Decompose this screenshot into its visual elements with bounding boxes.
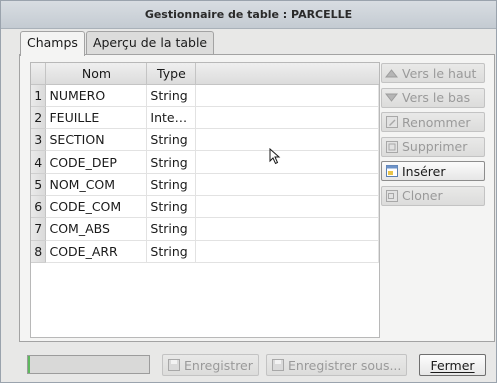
- save-as-label: Enregistrer sous...: [288, 357, 402, 373]
- row-number[interactable]: 7: [31, 217, 47, 241]
- move-down-label: Vers le bas: [402, 90, 471, 106]
- delete-icon: [385, 140, 398, 153]
- field-type-cell[interactable]: Inte…: [146, 106, 197, 130]
- save-button[interactable]: Enregistrer: [162, 354, 259, 376]
- mouse-pointer-icon: [269, 148, 281, 165]
- delete-label: Supprimer: [402, 139, 468, 155]
- save-as-icon: [272, 358, 285, 372]
- table-row[interactable]: 4 CODE_DEP String: [31, 150, 379, 174]
- arrow-down-icon: [385, 91, 398, 104]
- field-name-cell[interactable]: CODE_COM: [45, 195, 148, 219]
- insert-button[interactable]: Insérer: [381, 161, 485, 182]
- close-label: Fermer: [430, 357, 475, 373]
- move-up-button[interactable]: Vers le haut: [381, 63, 485, 83]
- empty-cell[interactable]: [195, 128, 379, 152]
- dialog-footer: Enregistrer Enregistrer sous... Fermer: [1, 349, 496, 381]
- close-button[interactable]: Fermer: [419, 354, 486, 376]
- empty-cell[interactable]: [195, 240, 379, 263]
- table-row[interactable]: 7 COM_ABS String: [31, 217, 379, 241]
- row-number[interactable]: 1: [31, 84, 47, 107]
- corner-header[interactable]: [31, 63, 47, 85]
- empty-cell[interactable]: [195, 195, 379, 219]
- row-number[interactable]: 8: [31, 240, 47, 263]
- field-type-cell[interactable]: String: [146, 128, 197, 152]
- column-header-empty: [195, 63, 379, 85]
- field-type-cell[interactable]: String: [146, 84, 197, 107]
- fields-grid[interactable]: Nom Type 1 NUMERO String 2 FEUILLE Inte… 3 SECT…: [30, 62, 380, 338]
- column-header-type[interactable]: Type: [146, 63, 197, 85]
- move-down-button[interactable]: Vers le bas: [381, 87, 485, 108]
- rename-label: Renommer: [402, 114, 471, 130]
- table-row[interactable]: 1 NUMERO String: [31, 84, 379, 107]
- insert-label: Insérer: [402, 163, 446, 179]
- progress-fill: [28, 356, 30, 373]
- field-name-cell[interactable]: NUMERO: [45, 84, 148, 107]
- empty-cell[interactable]: [195, 106, 379, 130]
- row-number[interactable]: 3: [31, 128, 47, 152]
- delete-button[interactable]: Supprimer: [381, 136, 485, 157]
- table-row[interactable]: 2 FEUILLE Inte…: [31, 106, 379, 130]
- fields-table: Nom Type 1 NUMERO String 2 FEUILLE Inte… 3 SECT…: [31, 63, 379, 263]
- insert-icon: [385, 165, 398, 178]
- tab-table-preview[interactable]: Aperçu de la table: [85, 31, 215, 55]
- row-number[interactable]: 6: [31, 195, 47, 219]
- field-type-cell[interactable]: String: [146, 173, 197, 196]
- field-name-cell[interactable]: SECTION: [45, 128, 148, 152]
- arrow-up-icon: [385, 67, 398, 80]
- field-name-cell[interactable]: NOM_COM: [45, 173, 148, 196]
- empty-cell[interactable]: [195, 173, 379, 196]
- progress-bar: [27, 355, 150, 374]
- column-header-name[interactable]: Nom: [45, 63, 148, 85]
- tab-fields[interactable]: Champs: [20, 31, 85, 56]
- field-type-cell[interactable]: String: [146, 195, 197, 219]
- field-name-cell[interactable]: COM_ABS: [45, 217, 148, 241]
- table-manager-dialog: Gestionnaire de table : PARCELLE Champs …: [0, 0, 497, 383]
- table-row[interactable]: 8 CODE_ARR String: [31, 240, 379, 263]
- tab-bar: Champs Aperçu de la table: [20, 31, 215, 56]
- field-type-cell[interactable]: String: [146, 240, 197, 263]
- table-row[interactable]: 6 CODE_COM String: [31, 195, 379, 219]
- empty-cell[interactable]: [195, 150, 379, 174]
- save-as-button[interactable]: Enregistrer sous...: [266, 354, 407, 376]
- field-name-cell[interactable]: CODE_DEP: [45, 150, 148, 174]
- save-label: Enregistrer: [184, 357, 253, 373]
- row-number[interactable]: 2: [31, 106, 47, 130]
- row-number[interactable]: 4: [31, 150, 47, 174]
- rename-icon: [385, 116, 398, 129]
- field-actions: Vers le haut Vers le bas Renommer Suppri…: [381, 63, 486, 211]
- table-row[interactable]: 3 SECTION String: [31, 128, 379, 152]
- field-name-cell[interactable]: FEUILLE: [45, 106, 148, 130]
- table-row[interactable]: 5 NOM_COM String: [31, 173, 379, 196]
- field-type-cell[interactable]: String: [146, 217, 197, 241]
- rename-button[interactable]: Renommer: [381, 112, 485, 133]
- field-name-cell[interactable]: CODE_ARR: [45, 240, 148, 263]
- empty-cell[interactable]: [195, 84, 379, 107]
- move-up-label: Vers le haut: [402, 65, 477, 81]
- field-type-cell[interactable]: String: [146, 150, 197, 174]
- clone-icon: [385, 189, 398, 202]
- save-icon: [168, 358, 181, 372]
- empty-cell[interactable]: [195, 217, 379, 241]
- window-title: Gestionnaire de table : PARCELLE: [1, 1, 496, 29]
- clone-label: Cloner: [402, 188, 443, 204]
- row-number[interactable]: 5: [31, 173, 47, 196]
- clone-button[interactable]: Cloner: [381, 185, 485, 206]
